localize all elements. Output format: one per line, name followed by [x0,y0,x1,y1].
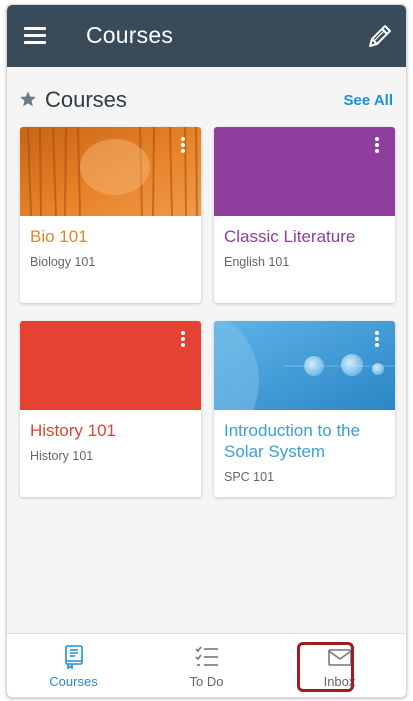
course-name: Introduction to the Solar System [224,421,361,461]
course-name: History 101 [30,421,116,440]
course-name: Bio 101 [30,227,88,246]
course-options-icon[interactable] [371,137,383,157]
course-color-banner [20,321,201,410]
course-image-planets [214,321,395,410]
tab-courses[interactable]: Courses [7,634,140,697]
app-window: Courses Courses See All Bio 101 Biology … [6,4,407,698]
course-options-icon[interactable] [371,331,383,351]
see-all-link[interactable]: See All [344,92,393,109]
app-bar: Courses [7,5,406,67]
bottom-navigation: Courses To Do Inbox [7,633,406,697]
page-title: Courses [86,22,174,48]
book-icon [64,645,83,669]
courses-section-header: Courses See All [7,87,406,117]
course-code: English 101 [224,255,290,269]
inbox-highlight-box [297,642,354,692]
course-code: History 101 [30,449,94,463]
section-title: Courses [45,87,127,112]
course-options-icon[interactable] [177,331,189,351]
course-name: Classic Literature [224,227,356,246]
tab-label: To Do [189,674,224,689]
tab-to-do[interactable]: To Do [140,634,273,697]
course-card-solar-system[interactable]: Introduction to the Solar System SPC 101 [214,321,395,497]
tab-label: Courses [49,674,98,689]
checklist-icon [194,646,218,666]
course-image-forest [20,127,201,216]
course-card-history-101[interactable]: History 101 History 101 [20,321,201,497]
course-options-icon[interactable] [177,137,189,157]
pencil-icon[interactable] [366,22,394,50]
course-code: Biology 101 [30,255,96,269]
course-color-banner [214,127,395,216]
star-icon [20,91,36,107]
course-card-bio-101[interactable]: Bio 101 Biology 101 [20,127,201,303]
hamburger-icon[interactable] [24,27,46,45]
course-code: SPC 101 [224,470,275,484]
course-card-classic-literature[interactable]: Classic Literature English 101 [214,127,395,303]
